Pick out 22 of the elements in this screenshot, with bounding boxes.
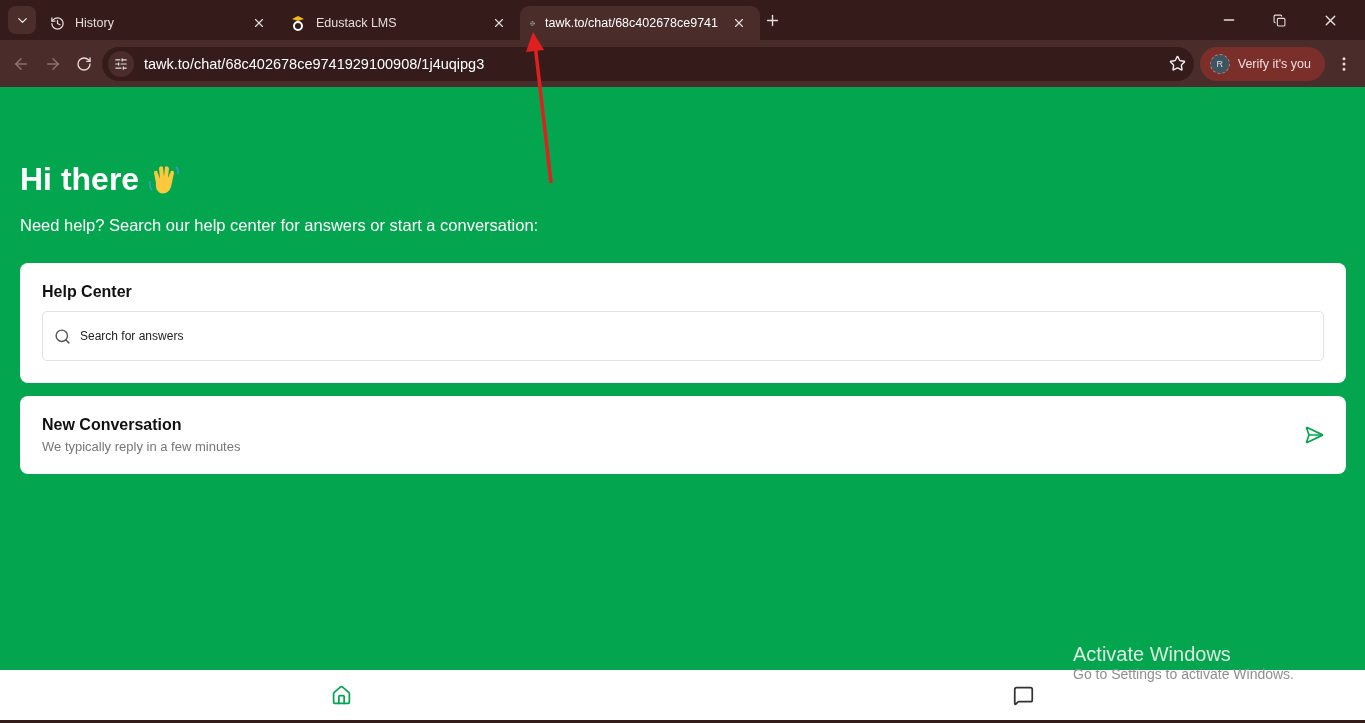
verify-profile-button[interactable]: R Verify it's you	[1199, 46, 1325, 81]
history-icon	[50, 15, 65, 31]
search-icon	[54, 328, 71, 345]
intro-text: Need help? Search our help center for answers or start a conversation:	[20, 216, 540, 235]
card-title: New Conversation	[42, 416, 183, 434]
search-field[interactable]: Search for answers	[42, 311, 1324, 361]
greeting-title: Hi there	[20, 161, 140, 198]
activation-title: Activate Windows	[1073, 643, 1232, 666]
activation-text: Go to Settings to activate Windows.	[1073, 666, 1294, 682]
card-title: Help Center	[42, 283, 133, 301]
chat-icon[interactable]	[1013, 684, 1035, 706]
site-settings-icon[interactable]	[108, 50, 134, 77]
tab-search-button[interactable]	[8, 6, 36, 34]
browser-tab[interactable]: Edustack LMS	[280, 6, 520, 40]
address-bar[interactable]: tawk.to/chat/68c402678ce9741929100908/1j4uqipg3	[102, 46, 1194, 81]
browser-tab[interactable]: History	[40, 6, 280, 40]
browser-tab[interactable]: tawk.to/chat/68c402678ce9741	[520, 6, 760, 40]
reply-time-text: We typically reply in a few minutes	[42, 439, 242, 454]
send-icon[interactable]	[1304, 425, 1324, 445]
home-icon[interactable]	[330, 684, 352, 706]
new-conversation-card[interactable]: New Conversation We typically reply in a few minutes	[20, 396, 1346, 474]
bookmark-star-icon[interactable]	[1168, 55, 1186, 72]
